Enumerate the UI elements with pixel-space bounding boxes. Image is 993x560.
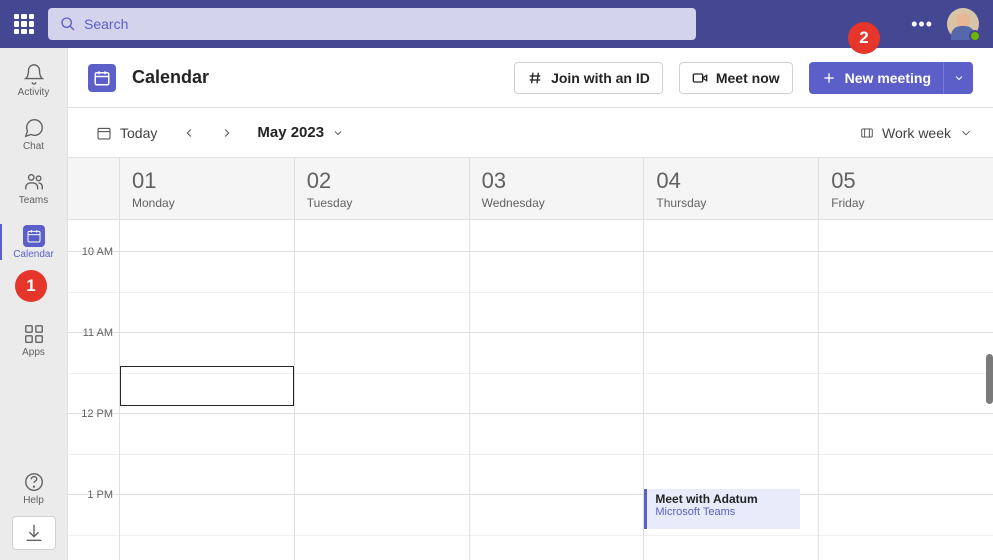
sidebar-label: Teams [19, 195, 48, 206]
day-header: 01 Monday [120, 158, 294, 220]
day-header: 02 Tuesday [295, 158, 469, 220]
chevron-down-icon [959, 126, 973, 140]
help-icon [23, 471, 45, 493]
sidebar-label: Help [23, 495, 44, 506]
day-number: 01 [132, 168, 294, 194]
sidebar-label: Chat [23, 141, 44, 152]
user-avatar[interactable] [947, 8, 979, 40]
time-column: 10 AM 11 AM 12 PM 1 PM [68, 158, 120, 560]
calendar-event[interactable]: Meet with Adatum Microsoft Teams [644, 489, 800, 529]
day-number: 03 [482, 168, 644, 194]
day-number: 02 [307, 168, 469, 194]
event-title: Meet with Adatum [655, 492, 792, 506]
day-header: 05 Friday [819, 158, 993, 220]
sidebar-item-apps[interactable]: Apps [0, 314, 68, 366]
day-column-thursday[interactable]: 04 Thursday Meet with Adatum Microsoft T… [644, 158, 819, 560]
calendar-app-icon [88, 64, 116, 92]
day-column-friday[interactable]: 05 Friday [819, 158, 993, 560]
download-icon [23, 522, 45, 544]
chat-icon [23, 117, 45, 139]
download-button[interactable] [12, 516, 56, 550]
button-label: Meet now [716, 70, 780, 86]
sidebar-item-teams[interactable]: Teams [0, 162, 68, 214]
app-launcher-icon[interactable] [14, 14, 34, 34]
video-icon [692, 70, 708, 86]
today-button[interactable]: Today [88, 119, 165, 147]
teams-icon [23, 171, 45, 193]
time-label: 11 AM [83, 327, 113, 339]
sidebar-item-help[interactable]: Help [0, 462, 68, 514]
chevron-down-icon [332, 127, 344, 139]
chevron-down-icon [953, 72, 965, 84]
day-header: 04 Thursday [644, 158, 818, 220]
main-content: Calendar Join with an ID Meet now New me… [68, 48, 993, 560]
day-column-tuesday[interactable]: 02 Tuesday [295, 158, 470, 560]
page-header: Calendar Join with an ID Meet now New me… [68, 48, 993, 108]
chevron-left-icon [182, 126, 196, 140]
calendar-icon [26, 228, 42, 244]
today-label: Today [120, 125, 157, 141]
join-with-id-button[interactable]: Join with an ID [514, 62, 663, 94]
apps-icon [23, 323, 45, 345]
day-name: Wednesday [482, 196, 644, 210]
top-bar: ••• [0, 0, 993, 48]
day-name: Monday [132, 196, 294, 210]
new-meeting-button[interactable]: New meeting [809, 62, 943, 94]
day-name: Friday [831, 196, 993, 210]
scrollbar-thumb[interactable] [986, 354, 993, 404]
day-column-wednesday[interactable]: 03 Wednesday [470, 158, 645, 560]
day-column-monday[interactable]: 01 Monday [120, 158, 295, 560]
view-label: Work week [882, 125, 951, 141]
button-label: New meeting [845, 70, 931, 86]
time-label: 10 AM [82, 246, 113, 258]
meet-now-button[interactable]: Meet now [679, 62, 793, 94]
day-number: 05 [831, 168, 993, 194]
calendar-today-icon [96, 125, 112, 141]
date-picker-button[interactable]: May 2023 [257, 124, 344, 141]
more-options-icon[interactable]: ••• [911, 14, 933, 35]
day-number: 04 [656, 168, 818, 194]
annotation-callout-2: 2 [848, 22, 880, 54]
time-label: 12 PM [81, 408, 113, 420]
selected-time-slot[interactable] [120, 366, 294, 406]
day-header: 03 Wednesday [470, 158, 644, 220]
sidebar-item-activity[interactable]: Activity [0, 54, 68, 106]
day-name: Thursday [656, 196, 818, 210]
month-text: May 2023 [257, 124, 324, 141]
sidebar-label: Activity [18, 87, 50, 98]
button-label: Join with an ID [551, 70, 650, 86]
next-period-button[interactable] [213, 119, 241, 147]
search-box[interactable] [48, 8, 696, 40]
time-label: 1 PM [87, 489, 113, 501]
sidebar-item-chat[interactable]: Chat [0, 108, 68, 160]
page-title: Calendar [132, 67, 209, 88]
day-name: Tuesday [307, 196, 469, 210]
search-input[interactable] [84, 16, 684, 32]
search-icon [60, 16, 76, 32]
new-meeting-dropdown[interactable] [943, 62, 973, 94]
event-subtitle: Microsoft Teams [655, 506, 792, 518]
annotation-callout-1: 1 [15, 270, 47, 302]
view-icon [860, 126, 874, 140]
calendar-grid: 10 AM 11 AM 12 PM 1 PM 01 Monday [68, 158, 993, 560]
presence-badge [969, 30, 981, 42]
hash-icon [527, 70, 543, 86]
plus-icon [821, 70, 837, 86]
sidebar: Activity Chat Teams Calendar Apps Help [0, 48, 68, 560]
calendar-toolbar: Today May 2023 Work week [68, 108, 993, 158]
chevron-right-icon [220, 126, 234, 140]
sidebar-label: Calendar [13, 249, 54, 260]
bell-icon [23, 63, 45, 85]
view-selector-button[interactable]: Work week [860, 125, 973, 141]
sidebar-label: Apps [22, 347, 45, 358]
sidebar-item-calendar[interactable]: Calendar [0, 216, 68, 268]
prev-period-button[interactable] [175, 119, 203, 147]
